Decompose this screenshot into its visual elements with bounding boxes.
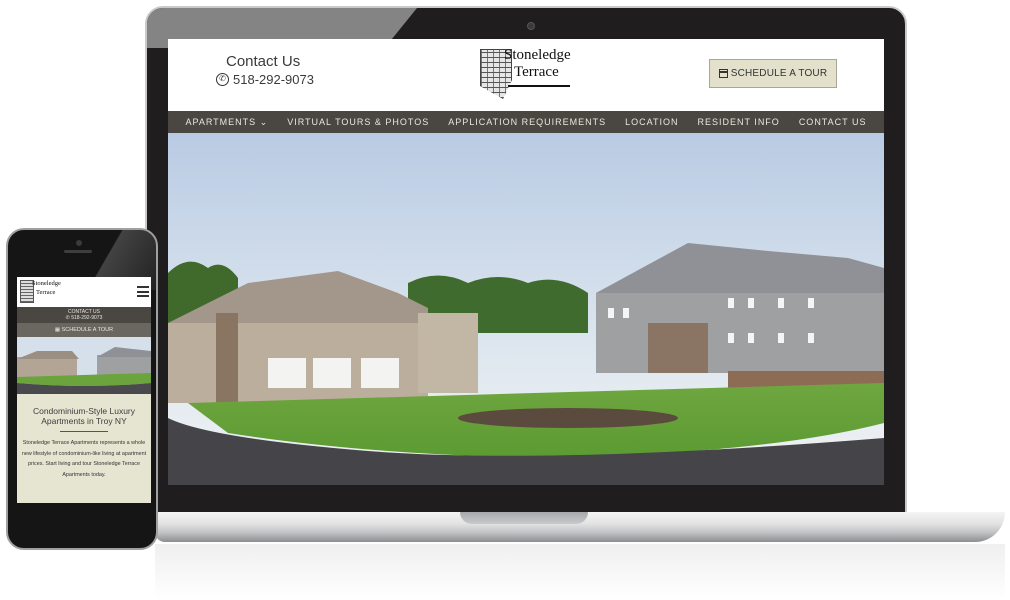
laptop-screen: Contact Us ✆ 518-292-9073 Stoneledge Ter…: [168, 39, 884, 485]
site-logo[interactable]: Stoneledge Terrace: [480, 47, 574, 99]
hero-photo-illustration: [168, 133, 884, 485]
mobile-schedule-tour-button[interactable]: ▦ SCHEDULE A TOUR: [17, 323, 151, 337]
mobile-hero-illustration: [17, 337, 151, 394]
schedule-tour-button[interactable]: SCHEDULE A TOUR: [709, 59, 837, 88]
mobile-contact-bar[interactable]: CONTACT US ✆ 518-292-9073: [17, 307, 151, 323]
main-nav: APARTMENTS ⌄ VIRTUAL TOURS & PHOTOS APPL…: [168, 111, 884, 133]
phone-icon: ✆: [216, 73, 229, 86]
phone-camera: [76, 240, 82, 246]
garage-door-1: [268, 358, 306, 388]
laptop-notch: [460, 512, 588, 524]
mobile-header: Stoneledge Terrace: [17, 277, 151, 307]
nav-item-location[interactable]: LOCATION: [625, 117, 678, 127]
nav-item-virtual-tours[interactable]: VIRTUAL TOURS & PHOTOS: [287, 117, 429, 127]
site-header: Contact Us ✆ 518-292-9073 Stoneledge Ter…: [168, 39, 884, 111]
mobile-intro-text: Stoneledge Terrace Apartments represents…: [21, 440, 147, 478]
contact-block: Contact Us ✆ 518-292-9073: [216, 53, 314, 87]
building-right-wall: [596, 293, 884, 373]
phone-number[interactable]: 518-292-9073: [233, 72, 314, 87]
mobile-intro-title: Condominium-Style Luxury Apartments in T…: [32, 406, 136, 426]
contact-title[interactable]: Contact Us: [226, 53, 314, 70]
mobile-hero-photo: [17, 337, 151, 394]
garage-door-2: [313, 358, 351, 388]
building-right-stone: [648, 323, 708, 373]
mobile-logo[interactable]: Stoneledge Terrace: [20, 280, 62, 304]
nav-item-apartments[interactable]: APARTMENTS ⌄: [186, 117, 269, 128]
flower-bed: [458, 408, 678, 428]
hero-photo: [168, 133, 884, 485]
laptop-frame: Contact Us ✆ 518-292-9073 Stoneledge Ter…: [145, 6, 907, 516]
logo-text-line2: Terrace: [514, 64, 559, 80]
laptop-base: [155, 512, 1005, 542]
garage-door-3: [361, 358, 399, 388]
laptop-reflection: [155, 544, 1005, 600]
phone-screen: Stoneledge Terrace CONTACT US ✆ 518-292-…: [17, 277, 151, 503]
nav-item-resident-info[interactable]: RESIDENT INFO: [697, 117, 779, 127]
hamburger-menu-icon[interactable]: [137, 286, 149, 297]
mobile-intro-section: Condominium-Style Luxury Apartments in T…: [17, 394, 151, 503]
mobile-title-divider: [60, 431, 108, 432]
calendar-icon: [718, 69, 728, 78]
mobile-logo-line1: Stoneledge: [32, 280, 61, 287]
building-left-stone: [216, 313, 238, 403]
nav-item-application-requirements[interactable]: APPLICATION REQUIREMENTS: [448, 117, 606, 127]
logo-text-line1: Stoneledge: [504, 47, 571, 63]
phone-speaker: [64, 250, 92, 253]
phone-link[interactable]: ✆ 518-292-9073: [216, 72, 314, 87]
mobile-phone[interactable]: ✆ 518-292-9073: [17, 315, 151, 321]
logo-underline: [508, 85, 570, 87]
phone-frame: Stoneledge Terrace CONTACT US ✆ 518-292-…: [6, 228, 158, 550]
laptop-camera: [527, 22, 535, 30]
building-mid: [418, 313, 478, 393]
mobile-logo-line2: Terrace: [36, 289, 56, 296]
nav-item-contact-us[interactable]: CONTACT US: [799, 117, 867, 127]
schedule-tour-label: SCHEDULE A TOUR: [730, 68, 828, 79]
